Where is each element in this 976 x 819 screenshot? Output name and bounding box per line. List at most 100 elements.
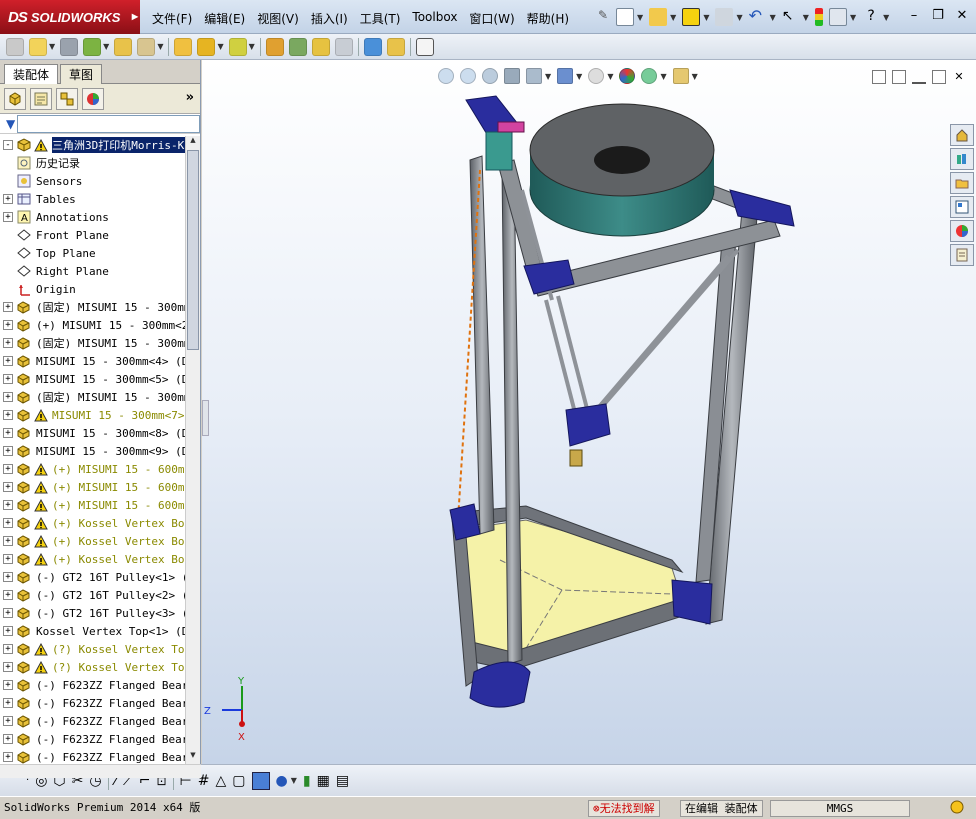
new-part-icon[interactable] bbox=[29, 37, 47, 56]
tree-item[interactable]: + (-) GT2 16T Pulley<2> ( bbox=[0, 586, 185, 604]
tree-vertical-scrollbar[interactable]: ▲ ▼ bbox=[185, 136, 200, 764]
tree-expand-toggle-icon[interactable]: + bbox=[3, 194, 13, 204]
shaded-cube-icon[interactable] bbox=[251, 771, 270, 790]
tree-item[interactable]: + MISUMI 15 - 300mm<7> bbox=[0, 406, 185, 424]
clearance-verification-icon[interactable] bbox=[386, 37, 405, 56]
tree-item[interactable]: Top Plane bbox=[0, 244, 185, 262]
tree-item[interactable]: + MISUMI 15 - 300mm<8> (D bbox=[0, 424, 185, 442]
tree-expand-toggle-icon[interactable]: + bbox=[3, 644, 13, 654]
tree-expand-toggle-icon[interactable]: + bbox=[3, 392, 13, 402]
tree-item[interactable]: + (+) Kossel Vertex Bot bbox=[0, 514, 185, 532]
rebuild-status-icon[interactable] bbox=[950, 800, 964, 817]
tree-expand-toggle-icon[interactable]: + bbox=[3, 464, 13, 474]
smart-fasteners-icon[interactable] bbox=[114, 37, 133, 56]
feature-manager-tab-icon[interactable] bbox=[4, 87, 26, 110]
tree-item[interactable]: + (-) F623ZZ Flanged Bear bbox=[0, 676, 185, 694]
new-motion-study-icon[interactable] bbox=[265, 37, 284, 56]
restore-icon[interactable]: ❐ bbox=[930, 8, 946, 23]
close-icon[interactable]: ✕ bbox=[954, 8, 970, 23]
instant3d-icon[interactable] bbox=[415, 37, 434, 56]
tree-item[interactable]: Front Plane bbox=[0, 226, 185, 244]
bill-of-materials-icon[interactable] bbox=[288, 37, 307, 56]
layout-icon[interactable]: ▤ bbox=[336, 773, 349, 789]
tree-item[interactable]: + (+) Kossel Vertex Bot bbox=[0, 550, 185, 568]
tree-item[interactable]: + (固定) MISUMI 15 - 300mm bbox=[0, 388, 185, 406]
triangle-icon[interactable]: △ bbox=[215, 773, 226, 789]
tree-item[interactable]: + (+) MISUMI 15 - 600mm bbox=[0, 460, 185, 478]
pin-icon[interactable]: ✎ bbox=[598, 8, 610, 26]
table-icon[interactable]: ▦ bbox=[317, 773, 330, 789]
scroll-down-icon[interactable]: ▼ bbox=[186, 751, 200, 764]
tree-item[interactable]: + Kossel Vertex Top<1> (D bbox=[0, 622, 185, 640]
new-document-icon[interactable] bbox=[616, 8, 634, 26]
tree-expand-toggle-icon[interactable]: + bbox=[3, 680, 13, 690]
exploded-view-icon[interactable] bbox=[311, 37, 330, 56]
tree-expand-toggle-icon[interactable]: + bbox=[3, 626, 13, 636]
solidworks-logo[interactable]: DS SOLIDWORKS ▶ bbox=[0, 0, 140, 34]
tree-expand-toggle-icon[interactable]: + bbox=[3, 698, 13, 708]
tree-expand-toggle-icon[interactable]: + bbox=[3, 428, 13, 438]
tree-expand-toggle-icon[interactable]: + bbox=[3, 356, 13, 366]
expand-tabs-icon[interactable]: » bbox=[186, 90, 194, 105]
tree-item[interactable]: + (-) F623ZZ Flanged Bear bbox=[0, 730, 185, 748]
print-icon[interactable] bbox=[715, 8, 734, 26]
move-component-icon[interactable] bbox=[137, 37, 156, 56]
interference-detection-icon[interactable] bbox=[363, 37, 382, 56]
rebuild-warning-icon[interactable] bbox=[682, 8, 701, 26]
tree-expand-toggle-icon[interactable]: + bbox=[3, 590, 13, 600]
tree-item[interactable]: + (-) F623ZZ Flanged Bear bbox=[0, 748, 185, 764]
tree-item[interactable]: + (+) MISUMI 15 - 600mm bbox=[0, 478, 185, 496]
insert-component-icon[interactable] bbox=[6, 37, 24, 56]
tree-expand-toggle-icon[interactable]: + bbox=[3, 554, 13, 564]
tree-expand-toggle-icon[interactable]: + bbox=[3, 734, 13, 744]
tree-expand-toggle-icon[interactable]: + bbox=[3, 608, 13, 618]
tree-item[interactable]: Right Plane bbox=[0, 262, 185, 280]
property-manager-tab-icon[interactable] bbox=[30, 87, 52, 110]
tree-item[interactable]: + A Annotations bbox=[0, 208, 185, 226]
assembly-features-icon[interactable] bbox=[197, 37, 216, 56]
tree-item[interactable]: + (?) Kossel Vertex Top bbox=[0, 640, 185, 658]
tree-item[interactable]: + (-) GT2 16T Pulley<3> ( bbox=[0, 604, 185, 622]
tree-item[interactable]: + Tables bbox=[0, 190, 185, 208]
tree-item[interactable]: + (?) Kossel Vertex Top bbox=[0, 658, 185, 676]
menu-file[interactable]: 文件(F) bbox=[146, 8, 198, 29]
tree-item[interactable]: + MISUMI 15 - 300mm<9> (D bbox=[0, 442, 185, 460]
tree-horizontal-scrollbar[interactable] bbox=[0, 764, 201, 778]
tree-expand-toggle-icon[interactable]: + bbox=[3, 482, 13, 492]
menu-insert[interactable]: 插入(I) bbox=[305, 8, 354, 29]
help-icon[interactable]: ? bbox=[862, 8, 880, 26]
tree-item[interactable]: Origin bbox=[0, 280, 185, 298]
delta-printer-model[interactable]: Y Z X bbox=[202, 60, 976, 764]
tree-item[interactable]: + MISUMI 15 - 300mm<5> (D bbox=[0, 370, 185, 388]
menu-tools[interactable]: 工具(T) bbox=[354, 8, 407, 29]
tree-item[interactable]: + (固定) MISUMI 15 - 300mm bbox=[0, 334, 185, 352]
tree-expand-toggle-icon[interactable]: + bbox=[3, 302, 13, 312]
explode-line-sketch-icon[interactable] bbox=[334, 37, 353, 56]
tree-item[interactable]: + (+) Kossel Vertex Bot bbox=[0, 532, 185, 550]
scroll-up-icon[interactable]: ▲ bbox=[186, 136, 200, 149]
select-cursor-icon[interactable]: ↖ bbox=[782, 8, 800, 26]
tree-expand-toggle-icon[interactable]: + bbox=[3, 410, 13, 420]
status-error-indicator[interactable]: ⊗无法找到解 bbox=[588, 800, 660, 817]
tree-item[interactable]: + MISUMI 15 - 300mm<4> (D bbox=[0, 352, 185, 370]
tree-expand-toggle-icon[interactable]: + bbox=[3, 446, 13, 456]
tree-expand-toggle-icon[interactable]: + bbox=[3, 716, 13, 726]
tree-item[interactable]: Sensors bbox=[0, 172, 185, 190]
tree-expand-toggle-icon[interactable]: + bbox=[3, 518, 13, 528]
tree-item[interactable]: + (+) MISUMI 15 - 300mm<2 bbox=[0, 316, 185, 334]
mate-icon[interactable] bbox=[60, 37, 79, 56]
menu-view[interactable]: 视图(V) bbox=[251, 8, 305, 29]
tab-assembly[interactable]: 装配体 bbox=[4, 64, 59, 84]
tree-filter-input[interactable] bbox=[17, 114, 200, 133]
menu-window[interactable]: 窗口(W) bbox=[463, 8, 520, 29]
tree-expand-toggle-icon[interactable]: + bbox=[3, 338, 13, 348]
menu-help[interactable]: 帮助(H) bbox=[521, 8, 575, 29]
tree-expand-toggle-icon[interactable]: + bbox=[3, 500, 13, 510]
tree-expand-toggle-icon[interactable]: + bbox=[3, 212, 13, 222]
display-manager-tab-icon[interactable] bbox=[82, 87, 104, 110]
tree-item[interactable]: + (-) GT2 16T Pulley<1> ( bbox=[0, 568, 185, 586]
tree-expand-toggle-icon[interactable]: + bbox=[3, 662, 13, 672]
tree-expand-toggle-icon[interactable]: + bbox=[3, 752, 13, 762]
open-folder-icon[interactable] bbox=[649, 8, 668, 26]
tree-item[interactable]: + (-) F623ZZ Flanged Bear bbox=[0, 694, 185, 712]
